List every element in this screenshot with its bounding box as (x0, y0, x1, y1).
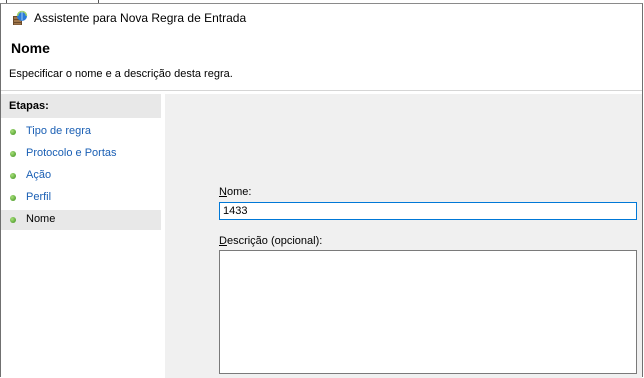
header-divider (1, 90, 642, 91)
step-perfil[interactable]: Perfil (1, 188, 161, 208)
step-protocolo-e-portas[interactable]: Protocolo e Portas (1, 144, 161, 164)
firewall-shield-icon (13, 10, 28, 25)
page-subtitle: Especificar o nome e a descrição desta r… (9, 68, 233, 80)
steps-heading: Etapas: (9, 100, 49, 112)
step-status-icon (10, 151, 16, 157)
steps-header: Etapas: (1, 94, 161, 118)
description-field-label: Descrição (opcional): (219, 235, 322, 247)
description-label-mnemonic: D (219, 235, 227, 247)
step-label[interactable]: Protocolo e Portas (26, 147, 117, 159)
window-title: Assistente para Nova Regra de Entrada (34, 11, 247, 25)
step-status-icon (10, 217, 16, 223)
step-status-icon (10, 173, 16, 179)
description-label-text: escrição (opcional): (226, 235, 323, 247)
name-input[interactable] (219, 202, 637, 220)
steps-pane: Etapas: Tipo de regra Protocolo e Portas… (1, 94, 165, 378)
name-field-label: Nome: (219, 186, 251, 198)
step-status-icon (10, 195, 16, 201)
step-acao[interactable]: Ação (1, 166, 161, 186)
content-pane: Nome: Descrição (opcional): (165, 94, 642, 378)
name-label-mnemonic: N (219, 186, 227, 198)
name-label-text: ome: (226, 186, 252, 198)
step-label[interactable]: Tipo de regra (26, 125, 91, 137)
step-label[interactable]: Perfil (26, 191, 51, 203)
step-tipo-de-regra[interactable]: Tipo de regra (1, 122, 161, 142)
wizard-window: Assistente para Nova Regra de Entrada No… (0, 3, 643, 378)
step-status-icon (10, 129, 16, 135)
step-nome-current: Nome (1, 210, 161, 230)
page-title: Nome (11, 40, 50, 56)
step-label: Nome (26, 213, 56, 225)
step-label[interactable]: Ação (26, 169, 51, 181)
title-bar[interactable]: Assistente para Nova Regra de Entrada (1, 4, 642, 30)
description-textarea[interactable] (219, 250, 637, 374)
